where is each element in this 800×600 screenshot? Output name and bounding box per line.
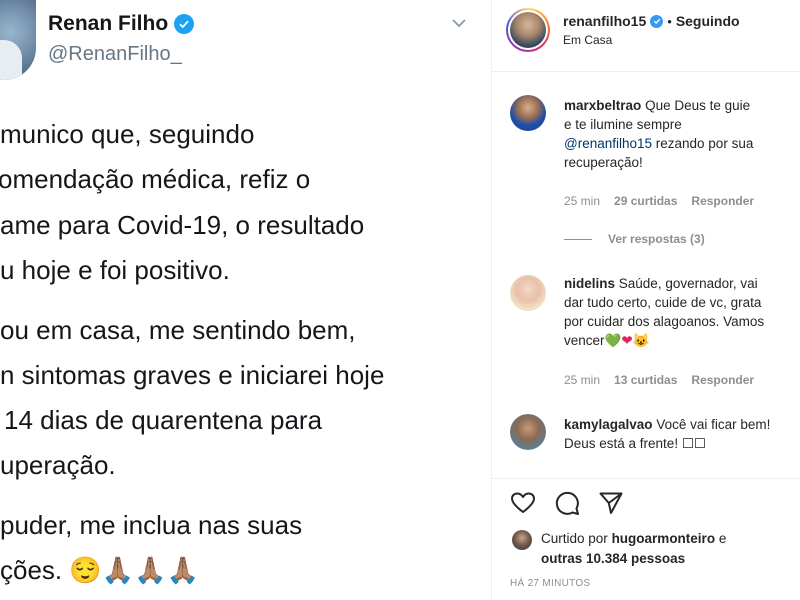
- comment-line: Deus está a frente! ☐☐: [564, 436, 707, 451]
- liked-by-prefix: Curtido por: [541, 531, 608, 546]
- cat-emoji: 😺: [632, 333, 650, 348]
- comment-text: nidelins Saúde, governador, vai dar tudo…: [564, 274, 800, 350]
- post-author-username[interactable]: renanfilho15: [563, 13, 646, 29]
- comment-text: kamylagalvao Você vai ficar bem! Deus es…: [564, 415, 800, 453]
- comment-line: dar tudo certo, cuide de vc, grata: [564, 295, 762, 310]
- view-replies-button[interactable]: Ver respostas (3): [564, 232, 705, 246]
- commenter-username[interactable]: nidelins: [564, 276, 615, 291]
- tweet-line: n sintomas graves e iniciarei hoje: [0, 360, 385, 390]
- green-heart-emoji: 💚: [604, 333, 622, 348]
- comment-line: Saúde, governador, vai: [618, 276, 758, 291]
- likes-count-link[interactable]: outras 10.384 pessoas: [541, 549, 726, 569]
- verified-badge-icon: [174, 14, 195, 34]
- post-author-row: renanfilho15 • Seguindo: [563, 13, 740, 29]
- liked-by-user[interactable]: hugoarmonteiro: [612, 531, 716, 546]
- post-timestamp[interactable]: HÁ 27 MINUTOS: [510, 578, 590, 589]
- author-avatar[interactable]: [506, 8, 550, 52]
- tweet-line: munico que, seguindo: [0, 119, 255, 149]
- post-actions: [510, 490, 624, 516]
- commenter-username[interactable]: kamylagalvao: [564, 417, 653, 432]
- post-location[interactable]: Em Casa: [563, 33, 612, 47]
- following-button[interactable]: Seguindo: [676, 13, 740, 29]
- tweet-line: ou em casa, me sentindo bem,: [0, 315, 356, 345]
- tweet-line: 14 dias de quarentena para: [4, 405, 323, 435]
- tweet-author-row: Renan Filho: [48, 10, 195, 38]
- comment-text: marxbeltrao Que Deus te guie e te ilumin…: [564, 96, 800, 172]
- liked-by-text: Curtido por hugoarmonteiro e outras 10.3…: [541, 529, 726, 569]
- share-icon[interactable]: [598, 490, 624, 516]
- tweet-author-handle: @RenanFilho_: [48, 43, 182, 65]
- post-header: renanfilho15 • Seguindo Em Casa: [492, 0, 800, 72]
- comment-time[interactable]: 25 min: [564, 373, 600, 387]
- comment-line: Que Deus te guie: [645, 98, 751, 113]
- tweet-author-avatar: [0, 0, 36, 80]
- instagram-panel: renanfilho15 • Seguindo Em Casa marxbelt…: [492, 0, 800, 600]
- commenter-avatar[interactable]: [510, 414, 546, 450]
- comment-line: vencer: [564, 333, 605, 348]
- comment-line: rezando por sua: [652, 136, 754, 151]
- tweet-author-name: Renan Filho: [48, 12, 169, 35]
- tweet-image: Renan Filho @RenanFilho_ munico que, seg…: [0, 0, 491, 600]
- mention-link[interactable]: @renanfilho15: [564, 136, 652, 151]
- comment-line: Você vai ficar bem!: [656, 417, 771, 432]
- chevron-down-icon: [452, 19, 466, 28]
- view-replies-label: Ver respostas (3): [608, 232, 705, 246]
- comment-line: por cuidar dos alagoanos. Vamos: [564, 314, 765, 329]
- comment-line: recuperação!: [564, 155, 643, 170]
- tweet-line: ções. 😌🙏🏽🙏🏽🙏🏽: [0, 555, 199, 585]
- reply-button[interactable]: Responder: [691, 373, 754, 387]
- comment-likes[interactable]: 13 curtidas: [614, 373, 677, 387]
- reply-button[interactable]: Responder: [691, 194, 754, 208]
- liker-avatar[interactable]: [512, 530, 532, 550]
- comment-likes[interactable]: 29 curtidas: [614, 194, 677, 208]
- tweet-line: omendação médica, refiz o: [0, 164, 311, 194]
- liked-by-connector: e: [718, 531, 727, 546]
- replies-line: [564, 238, 592, 240]
- heart-icon[interactable]: [510, 490, 536, 516]
- commenter-avatar[interactable]: [510, 275, 546, 311]
- comment-icon[interactable]: [554, 490, 580, 516]
- comment-time[interactable]: 25 min: [564, 194, 600, 208]
- comment-meta: 25 min 13 curtidas Responder: [564, 373, 754, 387]
- verified-badge-icon: [650, 14, 664, 28]
- actions-divider: [492, 478, 800, 479]
- tweet-line: uperação.: [0, 450, 116, 480]
- tweet-line: ame para Covid-19, o resultado: [0, 210, 365, 240]
- tweet-line: puder, me inclua nas suas: [0, 510, 303, 540]
- comment-meta: 25 min 29 curtidas Responder: [564, 194, 754, 208]
- commenter-username[interactable]: marxbeltrao: [564, 98, 641, 113]
- comment-line: e te ilumine sempre: [564, 117, 682, 132]
- red-heart-emoji: ❤: [621, 333, 633, 348]
- dot-separator: •: [667, 13, 672, 29]
- tweet-line: u hoje e foi positivo.: [0, 255, 230, 285]
- commenter-avatar[interactable]: [510, 95, 546, 131]
